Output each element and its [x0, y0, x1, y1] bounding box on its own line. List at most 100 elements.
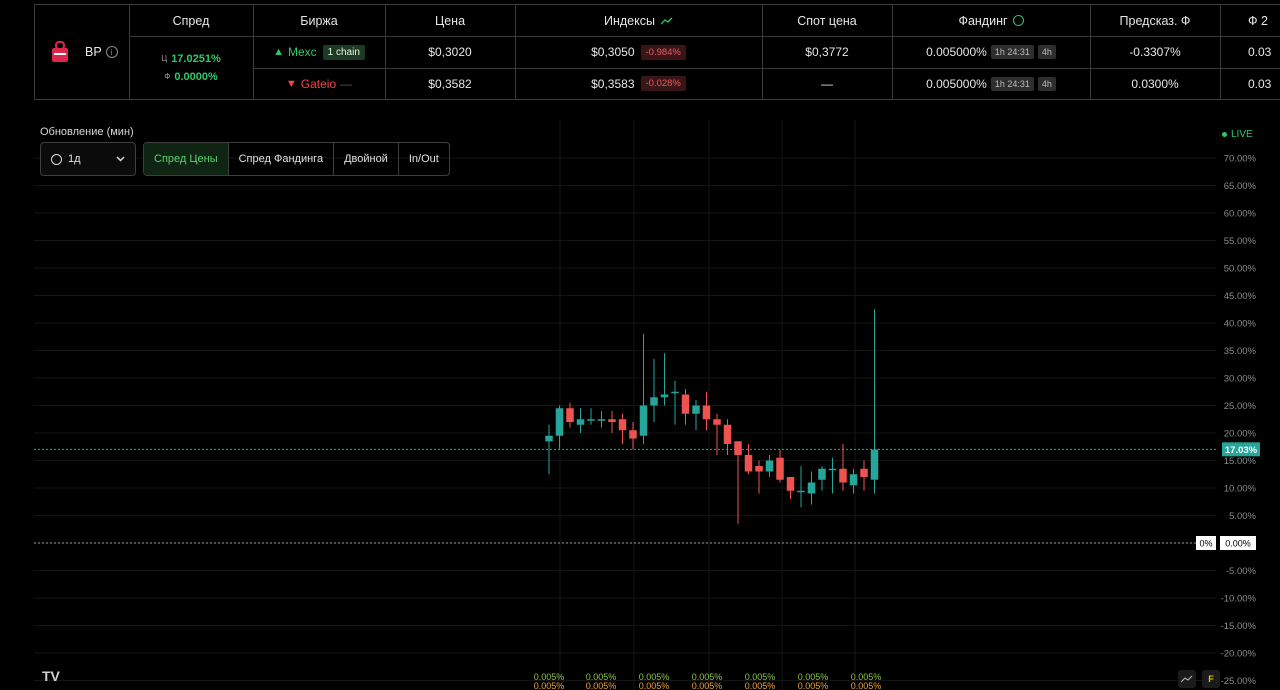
spread-funding-prefix: Ф	[164, 72, 171, 81]
candle-body	[807, 482, 816, 494]
candle-body	[555, 408, 564, 436]
f2-value: 0.03	[1248, 45, 1272, 59]
header-spread: Спред	[172, 13, 210, 28]
tab-double[interactable]: Двойной	[334, 143, 399, 175]
live-indicator: LIVE	[1222, 129, 1253, 140]
spread-price-value: 17.0251%	[171, 52, 221, 65]
arrow-down-icon: ▼	[285, 77, 297, 90]
header-exchange: Биржа	[300, 13, 338, 28]
candle-body	[681, 394, 690, 414]
funding-interval: 4h	[1037, 45, 1056, 59]
chain-badge: 1 chain	[322, 44, 365, 60]
tab-in-out[interactable]: In/Out	[399, 143, 449, 175]
header-funding-cell[interactable]: Фандинг	[892, 5, 1090, 36]
y-tick-label: 25.00%	[1224, 401, 1257, 412]
live-label: LIVE	[1231, 129, 1253, 140]
candle-body	[723, 424, 732, 444]
candle-body	[629, 430, 637, 439]
zero-right-label: 0.00%	[1225, 539, 1251, 549]
tab-funding-spread[interactable]: Спред Фандинга	[229, 143, 335, 175]
funding-value: 0.005000%	[926, 76, 987, 91]
spot-price-value: —	[821, 76, 833, 91]
header-funding: Фандинг	[958, 13, 1008, 28]
candle-body	[755, 466, 763, 472]
candle-body	[765, 460, 774, 472]
y-tick-label: -5.00%	[1226, 566, 1257, 577]
ticker-symbol: BP	[85, 45, 102, 59]
y-tick-label: 5.00%	[1229, 511, 1256, 522]
tradingview-logo[interactable]: TV	[42, 668, 60, 684]
arrow-up-icon: ▲	[273, 46, 284, 58]
y-tick-label: 70.00%	[1224, 154, 1257, 165]
index-change-badge: -0.984%	[640, 44, 686, 60]
candle-body	[734, 441, 742, 455]
funding-label-bottom: 0.005%	[639, 681, 670, 690]
y-tick-label: 40.00%	[1224, 319, 1257, 330]
y-tick-label: 30.00%	[1224, 374, 1257, 385]
interval-select[interactable]: 1д	[40, 142, 136, 176]
funding-label-bottom: 0.005%	[798, 681, 829, 690]
y-tick-label: 10.00%	[1224, 484, 1257, 495]
candle-body	[818, 468, 826, 480]
candle-body	[786, 477, 795, 491]
header-f2: Ф 2	[1248, 13, 1268, 28]
header-predicted-funding: Предсказ. Ф	[1119, 13, 1191, 28]
candle-body	[776, 457, 784, 480]
index-value: $0,3583	[591, 76, 635, 91]
update-interval-label: Обновление (мин)	[40, 126, 134, 138]
candle-body	[566, 408, 574, 422]
y-tick-label: 60.00%	[1224, 209, 1257, 220]
funding-cell: 0.005000% 1h 24:31 4h	[892, 36, 1090, 68]
funding-toggle-button[interactable]: F	[1202, 670, 1220, 688]
candle-body	[797, 490, 805, 493]
y-tick-label: 20.00%	[1224, 429, 1257, 440]
funding-label-bottom: 0.005%	[745, 681, 776, 690]
funding-value: 0.005000%	[926, 45, 987, 59]
candle-body	[828, 468, 837, 471]
candle-body	[671, 391, 679, 394]
tab-price-spread[interactable]: Спред Цены	[144, 143, 229, 175]
y-tick-label: -20.00%	[1221, 649, 1257, 660]
spot-price-value: $0,3772	[805, 45, 849, 59]
candle-body	[608, 419, 616, 422]
ticker-cell[interactable]: BP i	[35, 5, 129, 99]
candle-body	[597, 419, 606, 421]
spread-funding-value: 0.0000%	[174, 70, 218, 83]
interval-value: 1д	[68, 153, 81, 165]
header-indexes-cell[interactable]: Индексы	[515, 5, 762, 36]
pairs-table: BP i Спред Биржа Цена Индексы Спот цена …	[34, 4, 1280, 100]
spread-price-prefix: Ц	[161, 54, 168, 63]
funding-timer: 1h 24:31	[990, 76, 1034, 91]
exchange-name: Mexc	[287, 45, 317, 59]
predicted-funding-value: -0.3307%	[1129, 45, 1181, 59]
current-value-label: 17.03%	[1225, 445, 1258, 456]
candle-body	[587, 419, 595, 421]
candle-body	[849, 474, 858, 486]
y-tick-label: 50.00%	[1224, 264, 1257, 275]
funding-label-bottom: 0.005%	[534, 681, 565, 690]
candle-body	[618, 419, 627, 431]
candle-body	[692, 405, 700, 414]
y-tick-label: 15.00%	[1224, 456, 1257, 467]
index-change-badge: -0.028%	[640, 76, 686, 91]
exchange-cell-mexc[interactable]: ▲ Mexc 1 chain	[253, 36, 385, 68]
clock-icon	[51, 153, 62, 165]
header-spot-price: Спот цена	[797, 13, 857, 28]
predicted-funding-value: 0.0300%	[1131, 76, 1179, 91]
candle-body	[860, 468, 868, 477]
exchange-cell-gateio[interactable]: ▼ Gateio —	[253, 68, 385, 99]
spread-chart[interactable]: 70.00% 65.00% 60.00% 55.00% 50.00% 45.00% 40.0…	[0, 110, 1280, 690]
index-cell: $0,3050 -0.984%	[515, 36, 762, 68]
candle-body	[839, 468, 847, 483]
zero-left-label: 0%	[1199, 539, 1212, 549]
chevron-down-icon	[116, 156, 125, 162]
funding-label-bottom: 0.005%	[692, 681, 723, 690]
line-chart-button[interactable]	[1178, 670, 1196, 688]
price-value: $0,3582	[428, 76, 472, 91]
funding-cell: 0.005000% 1h 24:31 4h	[892, 68, 1090, 99]
info-icon[interactable]: i	[105, 46, 118, 58]
chain-badge: —	[340, 76, 353, 91]
y-tick-label: 35.00%	[1224, 346, 1257, 357]
trend-icon	[660, 17, 673, 24]
chart-mode-tabs: Спред Цены Спред Фандинга Двойной In/Out	[143, 142, 450, 176]
